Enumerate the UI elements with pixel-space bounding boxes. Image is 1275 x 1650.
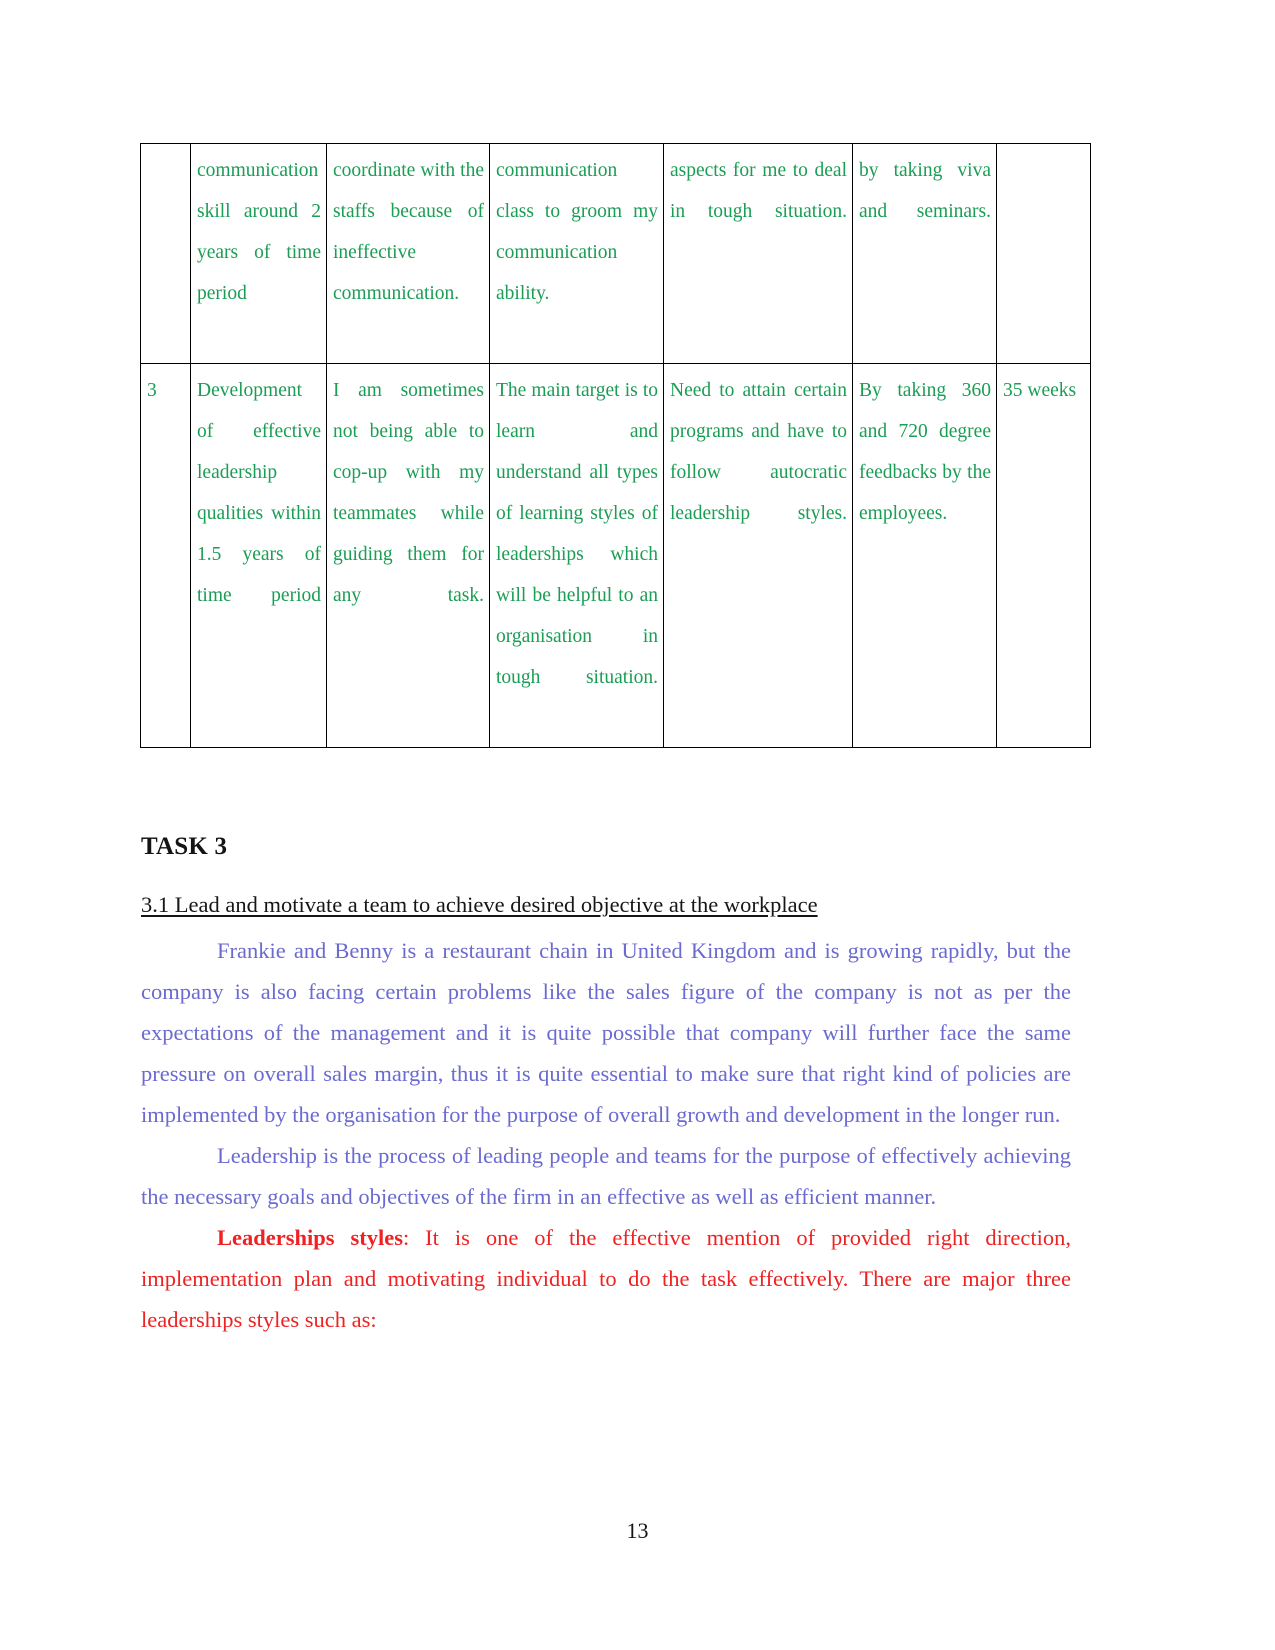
cell-current-proficiency: I am sometimes not being able to cop-up … [326,363,490,748]
cell-goal: Development of effective leadership qual… [190,363,327,748]
body-content: Frankie and Benny is a restaurant chain … [141,930,1071,1340]
paragraph-company-overview: Frankie and Benny is a restaurant chain … [141,938,1071,1127]
development-plan-table: communication skill around 2 years of ti… [140,143,1091,748]
development-plan-table-wrapper: communication skill around 2 years of ti… [140,143,1091,748]
cell-criteria: by taking viva and seminars. [852,143,997,364]
cell-time-scale: 35 weeks [996,363,1091,748]
cell-number: 3 [140,363,191,748]
document-page: communication skill around 2 years of ti… [0,0,1275,1650]
cell-target-proficiency: communication class to groom my communic… [489,143,664,364]
table-row: 3 Development of effective leadership qu… [140,363,1091,748]
cell-criteria: By taking 360 and 720 degree feedbacks b… [852,363,997,748]
page-number: 13 [626,1518,649,1543]
cell-number [140,143,191,364]
cell-current-proficiency: coordinate with the staffs because of in… [326,143,490,364]
cell-development-opportunity: Need to attain certain programs and have… [663,363,853,748]
paragraph-leadership-styles: Leaderships styles: It is one of the eff… [141,1217,1071,1340]
table-row: communication skill around 2 years of ti… [140,143,1091,364]
section-sub-heading: 3.1 Lead and motivate a team to achieve … [141,892,818,917]
task-heading: TASK 3 [141,833,228,860]
cell-development-opportunity: aspects for me to deal in tough situatio… [663,143,853,364]
cell-goal: communication skill around 2 years of ti… [190,143,327,364]
cell-target-proficiency: The main target is to learn and understa… [489,363,664,748]
cell-time-scale [996,143,1091,364]
paragraph-leadership-definition: Leadership is the process of leading peo… [141,1143,1071,1209]
leadership-styles-label: Leaderships styles [217,1225,403,1250]
